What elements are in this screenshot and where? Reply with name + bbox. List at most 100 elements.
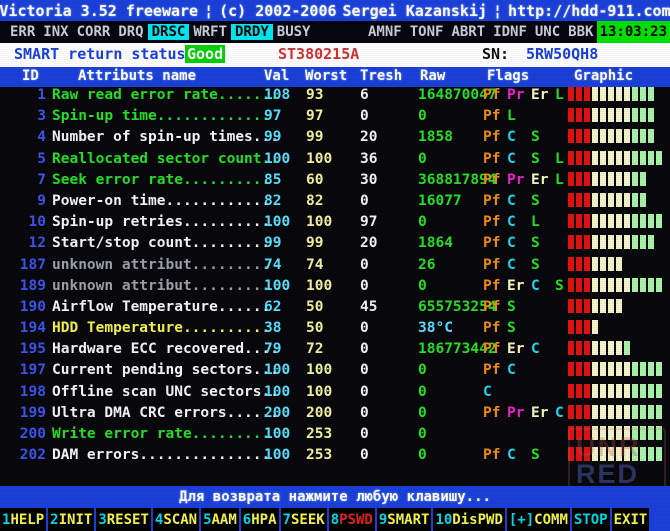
table-row[interactable]: 198 Offline scan UNC sectors.. 100 100 0 0 C	[0, 383, 670, 405]
table-row[interactable]: 12 Start/stop count......... 99 99 20 1864 Pf C…	[0, 235, 670, 256]
function-key-smart[interactable]: 9 SMART	[376, 508, 432, 531]
row-tresh: 0	[360, 362, 369, 379]
graphic-bar-segment	[592, 298, 598, 313]
graphic-bar-segment	[568, 87, 574, 101]
function-key-scan[interactable]: 4 SCAN	[152, 508, 200, 531]
column-header-graphic: Graphic	[574, 68, 634, 84]
row-raw: 0	[418, 150, 427, 167]
graphic-bar-segment	[576, 150, 582, 165]
flag-s: S	[531, 129, 540, 146]
function-key-seek[interactable]: 7 SEEK	[280, 508, 327, 531]
graphic-bar-segment	[648, 277, 654, 292]
flag-c: C	[507, 214, 516, 231]
row-flags: Pf C S	[483, 257, 555, 273]
row-value: 200	[264, 404, 291, 421]
row-flags: C	[483, 384, 507, 400]
graphic-bar-segment	[584, 320, 590, 335]
graphic-bar-segment	[568, 256, 574, 271]
row-flags: Pf C L	[483, 214, 555, 230]
function-key-label: PSWD	[339, 511, 373, 528]
table-row[interactable]: 5 Reallocated sector count.. 100 100 36 0 Pf C S…	[0, 150, 670, 172]
table-row[interactable]: 7 Seek error rate.......... 85 60 30 36881789…	[0, 171, 670, 193]
flag-l: L	[507, 108, 516, 125]
table-row[interactable]: 187 unknown attribut......... 74 74 0 26 Pf C S	[0, 256, 670, 278]
function-key-help[interactable]: 1 HELP	[0, 508, 47, 531]
row-attribute-name: Number of spin-up times...	[52, 129, 279, 146]
function-key-label: AAM	[211, 511, 237, 528]
row-tresh: 0	[360, 341, 369, 358]
function-key-number: 6	[242, 511, 252, 528]
row-worst: 72	[306, 341, 324, 358]
graphic-bar-segment	[640, 129, 646, 144]
row-tresh: 36	[360, 150, 378, 167]
row-attribute-id: 189	[19, 277, 46, 294]
graphic-bar-segment	[624, 277, 630, 292]
function-key-label: DisPWD	[452, 511, 503, 528]
function-key-exit[interactable]: EXIT	[611, 508, 650, 531]
flag-pf: Pf	[483, 404, 501, 421]
row-attribute-name: DAM errors...............	[52, 447, 271, 464]
function-key-hpa[interactable]: 6 HPA	[240, 508, 279, 531]
row-value: 100	[264, 362, 291, 379]
flag-c: C	[507, 150, 516, 167]
table-row[interactable]: 3 Spin-up time............. 97 97 0 0 Pf L	[0, 108, 670, 129]
function-key-pswd[interactable]: 8 PSWD	[328, 508, 375, 531]
row-tresh: 0	[360, 426, 369, 442]
graphic-bar-segment	[648, 214, 654, 229]
table-row[interactable]: 9 Power-on time............ 82 82 0 16077 Pf C S	[0, 192, 670, 214]
row-worst: 74	[306, 256, 324, 273]
app-copyright: (c) 2002-2006	[219, 1, 337, 20]
graphic-bar-segment	[624, 129, 630, 144]
graphic-bar-segment	[584, 87, 590, 101]
function-key-comm[interactable]: [+] COMM	[506, 508, 570, 531]
column-header-name: Attributs name	[78, 68, 197, 84]
graphic-bar-segment	[640, 87, 646, 101]
graphic-bar-segment	[648, 362, 654, 377]
row-tresh: 45	[360, 298, 378, 315]
function-key-label: EXIT	[613, 511, 648, 528]
graphic-bar-segment	[624, 171, 630, 186]
attributes-table-header: ID Attributs name Val Worst Tresh Raw Fl…	[0, 67, 670, 87]
row-worst: 100	[306, 150, 333, 167]
attributes-table-body: 1 Raw read error rate....... 108 93 6 1648700…	[0, 87, 670, 474]
table-row[interactable]: 199 Ultra DMA CRC errors...... 200 200 0 0 Pf P…	[0, 404, 670, 426]
table-row[interactable]: 194 HDD Temperature.......... 38 50 0 38°C Pf S	[0, 320, 670, 341]
row-attribute-id: 4	[37, 129, 46, 146]
function-key-reset[interactable]: 3 RESET	[96, 508, 151, 531]
function-key-stop[interactable]: STOP	[571, 508, 610, 531]
row-value: 108	[264, 87, 291, 103]
row-value: 100	[264, 383, 291, 400]
graphic-bar-segment	[616, 192, 622, 207]
graphic-bar-segment	[624, 235, 630, 250]
graphic-bar-segment	[576, 87, 582, 101]
function-key-init[interactable]: 2 INIT	[48, 508, 95, 531]
row-flags: Pf C S L	[483, 151, 579, 167]
function-key-number: 2	[50, 511, 59, 528]
graphic-bar-segment	[608, 362, 614, 377]
row-attribute-id: 198	[19, 383, 46, 400]
flag-er: Er	[531, 171, 549, 188]
table-row[interactable]: 1 Raw read error rate....... 108 93 6 1648700…	[0, 87, 670, 108]
table-row[interactable]: 195 Hardware ECC recovered.... 79 72 0 186773…	[0, 341, 670, 362]
graphic-bar-segment	[600, 298, 606, 313]
column-header-val: Val	[264, 68, 290, 84]
table-row[interactable]: 190 Airflow Temperature...... 62 50 45 655753…	[0, 298, 670, 320]
table-row[interactable]: 197 Current pending sectors... 100 100 0 0 Pf C	[0, 362, 670, 383]
row-graphic-bar	[568, 129, 654, 144]
function-key-dispwd[interactable]: 10 DisPWD	[433, 508, 505, 531]
row-attribute-id: 187	[19, 256, 46, 273]
graphic-bar-segment	[648, 383, 654, 398]
row-attribute-id: 199	[19, 404, 46, 421]
function-key-aam[interactable]: 5 AAM	[201, 508, 239, 531]
flag-pf: Pf	[483, 235, 501, 252]
graphic-bar-segment	[624, 214, 630, 229]
table-row[interactable]: 4 Number of spin-up times... 99 99 20 1858 Pf C…	[0, 129, 670, 150]
table-row[interactable]: 10 Spin-up retries.......... 100 100 97 0 Pf C L	[0, 214, 670, 235]
app-website-link[interactable]: http://hdd-911.com	[508, 2, 670, 20]
flag-pf: Pf	[483, 87, 501, 103]
table-row[interactable]: 189 unknown attribut......... 100 100 0 0 Pf Er…	[0, 277, 670, 299]
graphic-bar-segment	[616, 87, 622, 101]
row-graphic-bar	[568, 256, 622, 271]
graphic-bar-segment	[640, 383, 646, 398]
row-attribute-name: Raw read error rate.......	[52, 87, 279, 103]
